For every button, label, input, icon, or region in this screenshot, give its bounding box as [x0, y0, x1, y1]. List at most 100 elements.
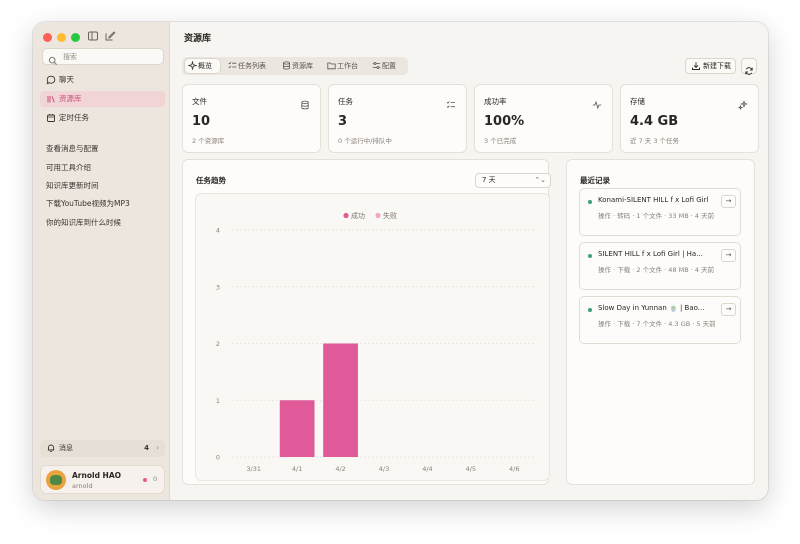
pulse-icon	[592, 95, 602, 110]
tab-label: 任务列表	[238, 62, 266, 70]
stat-label: 存储	[630, 97, 645, 106]
range-select[interactable]: 7 天 ⌃⌄	[475, 173, 551, 188]
stat-subtext: 2 个资源库	[192, 137, 225, 145]
nav-item-label: 资源库	[59, 94, 82, 103]
chevron-right-icon: ›	[156, 444, 159, 452]
history-item[interactable]: 你的知识库到什么时候	[46, 217, 121, 228]
tab-settings[interactable]: 配置	[369, 59, 405, 73]
search-icon	[48, 51, 58, 65]
page-title: 资源库	[184, 34, 212, 44]
history-item[interactable]: 可用工具介绍	[46, 162, 91, 173]
history-item[interactable]: 下载YouTube视频为MP3	[46, 198, 130, 209]
tab-task-list[interactable]: 任务列表	[225, 59, 275, 73]
tab-label: 工作台	[337, 62, 358, 70]
stat-value: 100%	[484, 114, 525, 129]
stat-card-files: 文件 10 2 个资源库	[182, 84, 321, 153]
messages-button[interactable]: 消息 4 ›	[40, 440, 165, 457]
maximize-window-button[interactable]	[71, 33, 80, 42]
checklist-icon	[446, 95, 456, 108]
minimize-window-button[interactable]	[57, 33, 66, 42]
main-content: 资源库 概览 任务列表 资源库 工作台 配置 新建下载 文件 10 2 个资源库…	[170, 22, 768, 500]
chevron-updown-icon: ⌃⌄	[534, 176, 546, 184]
stat-value: 10	[192, 114, 211, 129]
record-title: SILENT HILL f x Lofi Girl | Ha...	[598, 250, 703, 258]
stat-subtext: 0 个运行中/排队中	[338, 137, 392, 145]
nav-item-scheduled-tasks[interactable]: 定时任务	[40, 110, 165, 126]
refresh-icon	[744, 61, 754, 75]
checklist-icon	[228, 61, 237, 70]
library-icon	[46, 94, 56, 104]
close-window-button[interactable]	[43, 33, 52, 42]
y-tick-label: 4	[216, 227, 220, 235]
x-tick-label: 4/4	[422, 465, 432, 473]
search-box[interactable]	[42, 48, 164, 65]
y-tick-label: 0	[216, 454, 220, 462]
recent-title: 最近记录	[580, 176, 610, 185]
calendar-icon	[46, 113, 56, 123]
sidebar: 聊天 资源库 定时任务 查看消息与配置 可用工具介绍 知识库更新时间 下载You…	[33, 22, 170, 500]
toggle-sidebar-icon[interactable]	[87, 30, 99, 42]
tab-workbench[interactable]: 工作台	[324, 59, 366, 73]
record-title: Slow Day in Yunnan 🍵 | Bao...	[598, 304, 705, 312]
legend-swatch	[343, 212, 349, 219]
record-meta: 操作 · 下载 · 7 个文件 · 4.3 GB · 5 天前	[598, 320, 716, 328]
search-input[interactable]	[63, 50, 159, 63]
user-badge-count: 0	[153, 475, 158, 483]
bar	[279, 400, 315, 457]
window-controls	[43, 33, 80, 42]
user-profile[interactable]: Arnold HAO arnold 0	[40, 465, 165, 494]
recent-record-item[interactable]: Slow Day in Yunnan 🍵 | Bao... 操作 · 下载 · …	[579, 296, 741, 344]
tab-bar: 概览 任务列表 资源库 工作台 配置	[182, 57, 408, 75]
tab-label: 概览	[198, 62, 212, 70]
arrow-right-icon[interactable]: →	[721, 249, 736, 262]
settings-sliders-icon	[372, 61, 381, 70]
sparkle-icon	[187, 60, 198, 71]
recent-record-item[interactable]: SILENT HILL f x Lofi Girl | Ha... 操作 · 下…	[579, 242, 741, 290]
y-tick-label: 2	[216, 340, 220, 348]
user-name: Arnold HAO	[72, 471, 122, 480]
legend-label: 成功	[351, 211, 365, 220]
recent-record-item[interactable]: Konami-SILENT HILL f x Lofi Girl 操作 · 转码…	[579, 188, 741, 236]
nav-item-library[interactable]: 资源库	[40, 91, 165, 107]
arrow-right-icon[interactable]: →	[721, 303, 736, 316]
sparkle-icon	[737, 95, 748, 111]
success-dot-icon	[588, 200, 592, 204]
nav-item-chat[interactable]: 聊天	[40, 72, 165, 88]
x-tick-label: 3/31	[246, 465, 261, 473]
x-tick-label: 4/1	[292, 465, 302, 473]
y-tick-label: 3	[216, 283, 220, 291]
success-dot-icon	[588, 254, 592, 258]
database-icon	[300, 95, 310, 110]
recent-records-card: 最近记录 Konami-SILENT HILL f x Lofi Girl 操作…	[566, 159, 755, 485]
chart-area: 0 1 2 3 4 3/31 4/1 4/2 4/3 4/4 4/5 4/6 成功 失败	[195, 193, 550, 481]
new-download-button[interactable]: 新建下载	[685, 58, 736, 74]
stat-subtext: 近 7 天 3 个任务	[630, 137, 680, 145]
avatar	[46, 470, 66, 490]
stat-value: 4.4 GB	[630, 114, 679, 129]
tab-library[interactable]: 资源库	[279, 59, 321, 73]
stat-value: 3	[338, 114, 348, 129]
database-icon	[282, 61, 291, 70]
stat-card-tasks: 任务 3 0 个运行中/排队中	[328, 84, 467, 153]
y-tick-label: 1	[216, 397, 220, 405]
x-tick-label: 4/3	[379, 465, 389, 473]
trend-chart: 0 1 2 3 4 3/31 4/1 4/2 4/3 4/4 4/5 4/6 成功 失败	[216, 211, 536, 473]
chat-bubble-icon	[46, 75, 56, 85]
status-dot-icon	[143, 478, 147, 482]
history-item[interactable]: 查看消息与配置	[46, 143, 99, 154]
x-tick-label: 4/6	[509, 465, 519, 473]
nav-item-label: 聊天	[59, 75, 74, 84]
stat-card-success-rate: 成功率 100% 3 个已完成	[474, 84, 613, 153]
bar	[323, 343, 358, 457]
x-tick-label: 4/5	[466, 465, 476, 473]
tab-overview[interactable]: 概览	[185, 59, 220, 73]
arrow-right-icon[interactable]: →	[721, 195, 736, 208]
legend-swatch	[375, 212, 381, 219]
history-item[interactable]: 知识库更新时间	[46, 180, 99, 191]
task-trend-card: 任务趋势 7 天 ⌃⌄ 0 1 2 3 4 3/31 4/1 4/2 4/3 4/4 4/5 4/6 成…	[182, 159, 551, 485]
record-meta: 操作 · 下载 · 2 个文件 · 48 MB · 4 天前	[598, 266, 715, 274]
stat-label: 任务	[338, 97, 353, 106]
new-download-label: 新建下载	[703, 62, 731, 70]
refresh-button[interactable]	[741, 58, 757, 75]
new-chat-icon[interactable]	[104, 30, 116, 42]
